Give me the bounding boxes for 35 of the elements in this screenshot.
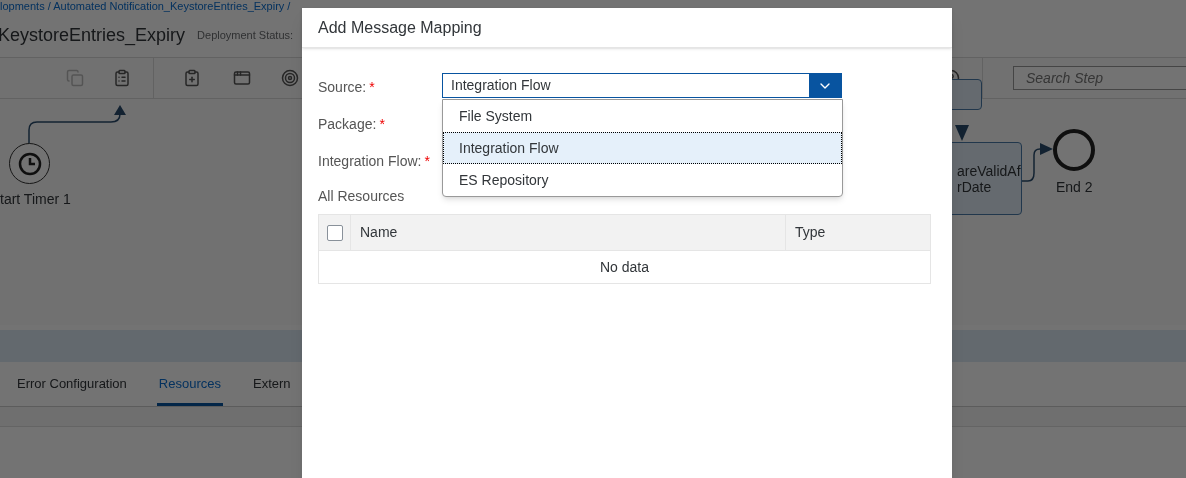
breadcrumb[interactable]: lopments / Automated Notification_KeystoreEntries_Expiry / bbox=[0, 0, 291, 12]
select-value: Integration Flow bbox=[450, 76, 552, 95]
clipboard-plus-icon[interactable] bbox=[183, 69, 201, 87]
timer-event[interactable] bbox=[9, 143, 50, 184]
clipboard-icon[interactable] bbox=[113, 69, 131, 87]
event-label: tart Timer 1 bbox=[0, 190, 71, 209]
field-label: Package: * bbox=[318, 115, 385, 134]
dropdown-option[interactable]: Integration Flow bbox=[443, 132, 842, 164]
tab[interactable]: Error Configuration bbox=[17, 362, 127, 406]
source-select[interactable]: Integration Flow bbox=[442, 73, 842, 98]
column-header: Name bbox=[360, 223, 398, 242]
search-input[interactable]: Search Step bbox=[1026, 67, 1186, 89]
sequence-flow-arrow bbox=[955, 125, 969, 141]
field-label: Integration Flow: * bbox=[318, 152, 430, 171]
search-field[interactable]: Search Step bbox=[1013, 66, 1186, 90]
end-event[interactable] bbox=[1053, 129, 1095, 171]
dialog-title: Add Message Mapping bbox=[318, 17, 482, 38]
target-icon[interactable] bbox=[281, 69, 299, 87]
window-icon[interactable] bbox=[233, 69, 251, 87]
checkbox[interactable] bbox=[326, 224, 343, 241]
deployment-status: Deployment Status: bbox=[197, 28, 294, 44]
page-title: KeystoreEntries_Expiry bbox=[0, 24, 186, 48]
field-label: Source: * bbox=[318, 78, 375, 97]
step-label: rDate bbox=[957, 178, 992, 195]
section-title: All Resources bbox=[318, 187, 406, 206]
event-label: End 2 bbox=[1056, 178, 1093, 197]
column-header: Type bbox=[795, 223, 826, 242]
sequence-flow-arrow bbox=[1022, 141, 1054, 183]
dropdown-button[interactable] bbox=[809, 74, 841, 97]
step-label: areValidAf bbox=[957, 162, 1021, 179]
dropdown-option[interactable]: File System bbox=[443, 100, 842, 132]
tab[interactable]: Extern bbox=[252, 362, 291, 406]
clock-icon bbox=[17, 151, 42, 176]
dropdown-option[interactable]: ES Repository bbox=[443, 164, 842, 196]
empty-table-text: No data bbox=[599, 257, 649, 277]
